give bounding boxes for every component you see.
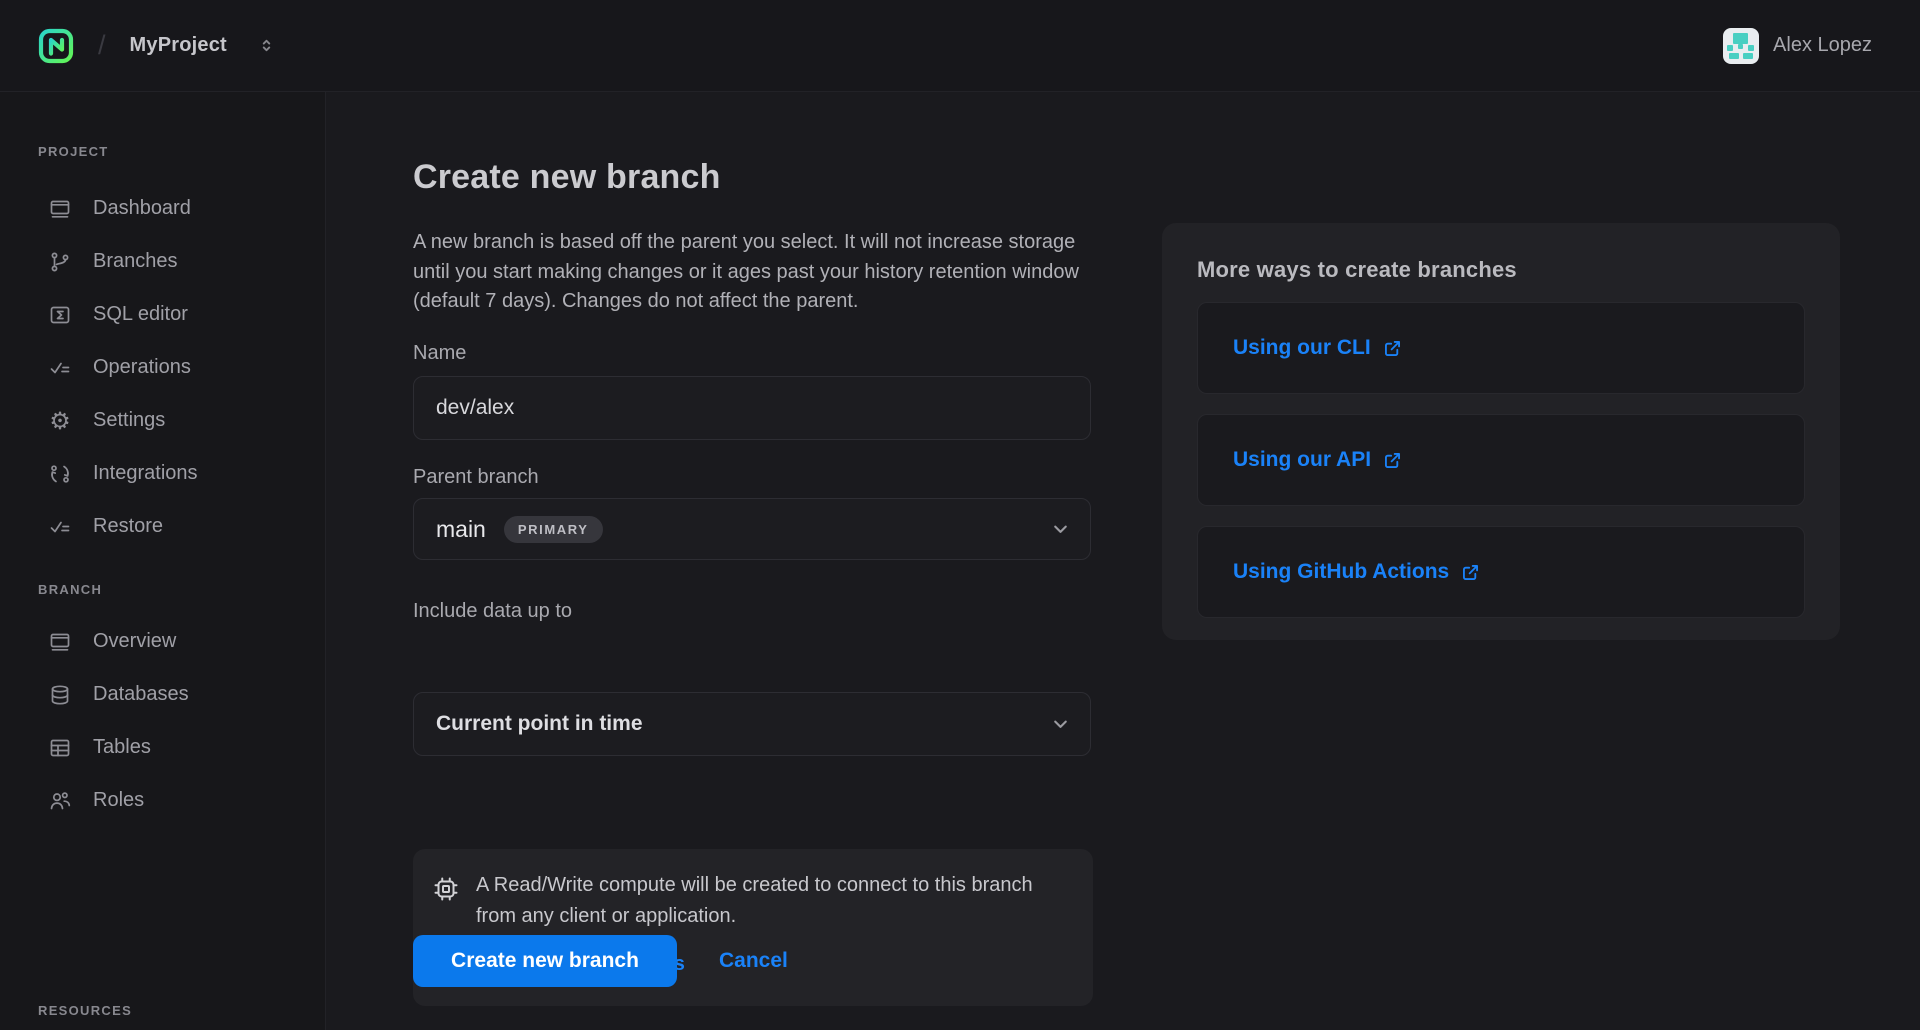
primary-badge: PRIMARY bbox=[504, 516, 603, 543]
cli-link-label[interactable]: Using our CLI bbox=[1233, 336, 1371, 360]
chevrons-up-down-icon[interactable] bbox=[257, 36, 276, 55]
external-link-icon bbox=[1382, 338, 1403, 359]
cli-link: Using our CLI bbox=[1233, 336, 1403, 360]
more-ways-title: More ways to create branches bbox=[1197, 257, 1805, 283]
create-branch-button[interactable]: Create new branch bbox=[413, 935, 677, 987]
api-card[interactable]: Using our API bbox=[1197, 414, 1805, 506]
users-icon bbox=[48, 789, 72, 813]
page-description: A new branch is based off the parent you… bbox=[413, 228, 1093, 317]
sidebar-item-label: Restore bbox=[93, 515, 163, 538]
external-link-icon bbox=[1382, 450, 1403, 471]
chevron-down-icon bbox=[1049, 518, 1072, 541]
include-data-select[interactable]: Current point in time bbox=[413, 692, 1091, 756]
include-data-value: Current point in time bbox=[436, 712, 643, 736]
table-icon bbox=[48, 736, 72, 760]
sidebar-item-label: Databases bbox=[93, 683, 189, 706]
avatar bbox=[1723, 28, 1759, 64]
chevron-down-icon bbox=[1049, 713, 1072, 736]
sidebar-item-label: Branches bbox=[93, 250, 178, 273]
api-link-label[interactable]: Using our API bbox=[1233, 448, 1371, 472]
sidebar-item-label: Operations bbox=[93, 356, 191, 379]
sidebar-item-branches[interactable]: Branches bbox=[38, 235, 325, 288]
cpu-chip-icon bbox=[431, 874, 461, 904]
dashboard-icon bbox=[48, 197, 72, 221]
sidebar-item-label: SQL editor bbox=[93, 303, 188, 326]
sidebar-item-databases[interactable]: Databases bbox=[38, 668, 325, 721]
sidebar-item-label: Settings bbox=[93, 409, 165, 432]
gear-icon: ⚙ bbox=[48, 409, 72, 433]
sidebar-item-integrations[interactable]: Integrations bbox=[38, 447, 325, 500]
sidebar-section-branch: BRANCH bbox=[38, 582, 325, 597]
sidebar: PROJECT Dashboard Branches SQL edi bbox=[0, 92, 326, 1030]
sidebar-item-label: Integrations bbox=[93, 462, 198, 485]
sidebar-item-settings[interactable]: ⚙ Settings bbox=[38, 394, 325, 447]
git-branch-icon bbox=[48, 250, 72, 274]
parent-branch-label: Parent branch bbox=[413, 466, 539, 489]
more-ways-panel: More ways to create branches Using our C… bbox=[1162, 223, 1840, 640]
sidebar-section-project: PROJECT bbox=[38, 144, 325, 159]
cli-card[interactable]: Using our CLI bbox=[1197, 302, 1805, 394]
include-data-label: Include data up to bbox=[413, 600, 572, 623]
user-menu[interactable]: Alex Lopez bbox=[1723, 28, 1872, 64]
page-title: Create new branch bbox=[413, 158, 721, 197]
sidebar-item-label: Dashboard bbox=[93, 197, 191, 220]
external-link-icon bbox=[1460, 562, 1481, 583]
sidebar-item-overview[interactable]: Overview bbox=[38, 615, 325, 668]
project-selector[interactable]: MyProject bbox=[130, 34, 227, 57]
parent-branch-value: main bbox=[436, 516, 486, 543]
user-name: Alex Lopez bbox=[1773, 34, 1872, 57]
github-actions-card[interactable]: Using GitHub Actions bbox=[1197, 526, 1805, 618]
compute-note: A Read/Write compute will be created to … bbox=[476, 870, 1038, 932]
integrations-icon bbox=[48, 462, 72, 486]
sidebar-item-dashboard[interactable]: Dashboard bbox=[38, 182, 325, 235]
branch-name-input[interactable] bbox=[413, 376, 1091, 440]
sidebar-item-roles[interactable]: Roles bbox=[38, 774, 325, 827]
github-actions-link-label[interactable]: Using GitHub Actions bbox=[1233, 560, 1449, 584]
name-label: Name bbox=[413, 342, 466, 365]
sidebar-item-sql-editor[interactable]: SQL editor bbox=[38, 288, 325, 341]
breadcrumb-separator: / bbox=[98, 30, 106, 61]
sidebar-item-label: Overview bbox=[93, 630, 176, 653]
sql-editor-icon bbox=[48, 303, 72, 327]
cancel-button[interactable]: Cancel bbox=[719, 949, 788, 973]
api-link: Using our API bbox=[1233, 448, 1403, 472]
restore-icon bbox=[48, 515, 72, 539]
create-branch-form: Create new branch A new branch is based … bbox=[413, 92, 1093, 375]
sidebar-item-label: Tables bbox=[93, 736, 151, 759]
operations-icon bbox=[48, 356, 72, 380]
parent-branch-select[interactable]: main PRIMARY bbox=[413, 498, 1091, 560]
github-actions-link: Using GitHub Actions bbox=[1233, 560, 1481, 584]
sidebar-item-operations[interactable]: Operations bbox=[38, 341, 325, 394]
overview-icon bbox=[48, 630, 72, 654]
sidebar-item-tables[interactable]: Tables bbox=[38, 721, 325, 774]
topbar: / MyProject Alex Lopez bbox=[0, 0, 1920, 92]
neon-logo-icon[interactable] bbox=[37, 27, 75, 65]
database-icon bbox=[48, 683, 72, 707]
sidebar-item-restore[interactable]: Restore bbox=[38, 500, 325, 553]
sidebar-item-label: Roles bbox=[93, 789, 144, 812]
sidebar-section-resources: RESOURCES bbox=[38, 1003, 132, 1018]
